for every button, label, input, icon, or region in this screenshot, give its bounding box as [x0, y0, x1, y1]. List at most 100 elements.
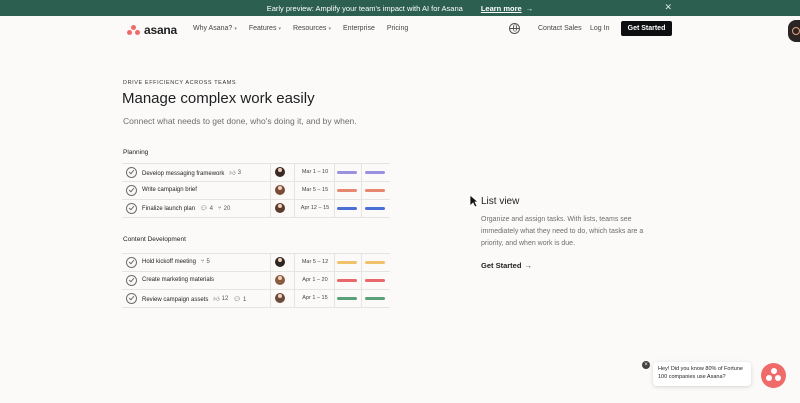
- task-name: Finalize launch plan: [142, 206, 196, 212]
- feature-get-started-label[interactable]: Get Started: [481, 261, 521, 270]
- thumbs-up-count: 👍︎ 3: [229, 169, 241, 177]
- close-icon[interactable]: ✕: [664, 2, 672, 13]
- hero-subhead: Connect what needs to get done, who's do…: [123, 116, 357, 126]
- column-divider: [294, 200, 295, 217]
- count-value: 4: [209, 205, 214, 212]
- column-divider: [270, 182, 271, 199]
- column-divider: [294, 254, 295, 271]
- subtask-icon: ⑂: [218, 206, 222, 212]
- asana-chat-icon[interactable]: [761, 363, 786, 388]
- task-row[interactable]: Hold kickoff meeting ⑂ 5 Mar 5 – 12: [122, 253, 390, 271]
- nav-link-resources[interactable]: Resources ▾: [293, 25, 331, 32]
- column-divider: [361, 182, 362, 199]
- status-tag: [337, 189, 357, 192]
- logo-wordmark: asana: [144, 23, 178, 37]
- close-icon[interactable]: ×: [642, 361, 650, 369]
- column-divider: [361, 200, 362, 217]
- nav-link-label[interactable]: Features: [249, 25, 277, 32]
- due-date: Apr 1 – 20: [302, 277, 328, 283]
- thumbs-up-count: 👍︎ 12: [213, 295, 228, 303]
- checkmark-circle-icon[interactable]: [126, 185, 137, 196]
- column-divider: [270, 290, 271, 307]
- announcement-banner: Early preview: Amplify your team's impac…: [0, 0, 800, 16]
- page-title: Manage complex work easily: [122, 90, 315, 107]
- side-feedback-tab[interactable]: [788, 20, 800, 42]
- task-name-cell: Develop messaging framework 👍︎ 3: [142, 169, 241, 177]
- column-divider: [334, 164, 335, 181]
- comment-icon: 💬︎: [200, 206, 208, 212]
- due-date: Mar 5 – 15: [301, 187, 329, 193]
- column-divider: [334, 200, 335, 217]
- task-row[interactable]: Create marketing materials Apr 1 – 20: [122, 271, 390, 289]
- status-tag: [337, 279, 357, 282]
- task-name: Write campaign brief: [142, 187, 197, 193]
- nav-link-pricing[interactable]: Pricing: [387, 25, 408, 32]
- nav-link-enterprise[interactable]: Enterprise: [343, 25, 375, 32]
- get-started-button[interactable]: Get Started: [621, 21, 672, 36]
- banner-text: Early preview: Amplify your team's impac…: [266, 3, 463, 13]
- feature-get-started-link[interactable]: Get Started →: [481, 261, 532, 270]
- task-name: Create marketing materials: [142, 277, 215, 283]
- nav-link-label[interactable]: Pricing: [387, 25, 408, 32]
- priority-tag: [365, 207, 385, 210]
- nav-link-label[interactable]: Resources: [293, 25, 326, 32]
- status-tag: [337, 261, 357, 264]
- task-row[interactable]: Finalize launch plan 💬︎ 4 ⑂ 20 Apr 12 – 15: [122, 199, 390, 218]
- column-divider: [334, 254, 335, 271]
- column-divider: [361, 164, 362, 181]
- asana-logo[interactable]: asana: [127, 23, 177, 37]
- column-divider: [294, 164, 295, 181]
- checkmark-circle-icon[interactable]: [126, 167, 137, 178]
- avatar: [275, 293, 285, 303]
- due-date: Apr 1 – 15: [302, 295, 328, 301]
- learn-more-link-text[interactable]: Learn more: [481, 4, 522, 13]
- task-name: Develop messaging framework: [142, 171, 225, 177]
- task-name: Hold kickoff meeting: [142, 259, 196, 265]
- task-row[interactable]: Review campaign assets 👍︎ 12 💬︎ 1 Apr 1 – 15: [122, 289, 390, 308]
- column-divider: [361, 254, 362, 271]
- column-divider: [270, 164, 271, 181]
- priority-tag: [365, 279, 385, 282]
- contact-sales-link[interactable]: Contact Sales: [538, 25, 582, 32]
- chevron-down-icon: ▾: [328, 25, 331, 32]
- column-divider: [334, 272, 335, 289]
- column-divider: [270, 200, 271, 217]
- chevron-down-icon: ▾: [278, 25, 281, 32]
- globe-icon[interactable]: [509, 23, 520, 34]
- count-value: 12: [221, 296, 229, 302]
- subtask-count: ⑂ 20: [218, 206, 230, 212]
- banner-learn-more-link[interactable]: Learn more →: [481, 4, 533, 13]
- column-divider: [334, 182, 335, 199]
- task-row[interactable]: Write campaign brief Mar 5 – 15: [122, 181, 390, 199]
- checkmark-circle-icon[interactable]: [126, 203, 137, 214]
- avatar: [275, 203, 285, 213]
- priority-tag: [365, 261, 385, 264]
- avatar: [275, 257, 285, 267]
- task-name-cell: Finalize launch plan 💬︎ 4 ⑂ 20: [142, 205, 230, 213]
- comment-count: 💬︎ 4: [200, 205, 214, 213]
- checkmark-circle-icon[interactable]: [126, 275, 137, 286]
- column-divider: [334, 290, 335, 307]
- due-date: Mar 1 – 10: [301, 169, 329, 175]
- task-name-cell: Hold kickoff meeting ⑂ 5: [142, 259, 210, 265]
- log-in-link[interactable]: Log In: [590, 25, 609, 32]
- chevron-down-icon: ▾: [234, 25, 237, 32]
- task-name: Review campaign assets: [142, 297, 209, 303]
- status-tag: [337, 171, 357, 174]
- checkmark-circle-icon[interactable]: [126, 257, 137, 268]
- nav-link-why-asana[interactable]: Why Asana? ▾: [193, 25, 237, 32]
- mouse-cursor-icon: [469, 194, 479, 208]
- nav-link-features[interactable]: Features ▾: [249, 25, 281, 32]
- column-divider: [361, 272, 362, 289]
- task-list-planning: Develop messaging framework 👍︎ 3 Mar 1 – 10…: [122, 163, 390, 218]
- column-divider: [294, 290, 295, 307]
- count-value: 5: [206, 259, 210, 265]
- avatar: [275, 275, 285, 285]
- task-row[interactable]: Develop messaging framework 👍︎ 3 Mar 1 – 10: [122, 163, 390, 181]
- nav-link-label[interactable]: Why Asana?: [193, 25, 232, 32]
- checkmark-circle-icon[interactable]: [126, 293, 137, 304]
- chat-message-bubble[interactable]: Hey! Did you know 80% of Fortune 100 com…: [653, 362, 751, 386]
- due-date: Apr 12 – 15: [300, 205, 330, 211]
- eyebrow-text: DRIVE EFFICIENCY ACROSS TEAMS: [123, 80, 237, 86]
- nav-link-label[interactable]: Enterprise: [343, 25, 375, 32]
